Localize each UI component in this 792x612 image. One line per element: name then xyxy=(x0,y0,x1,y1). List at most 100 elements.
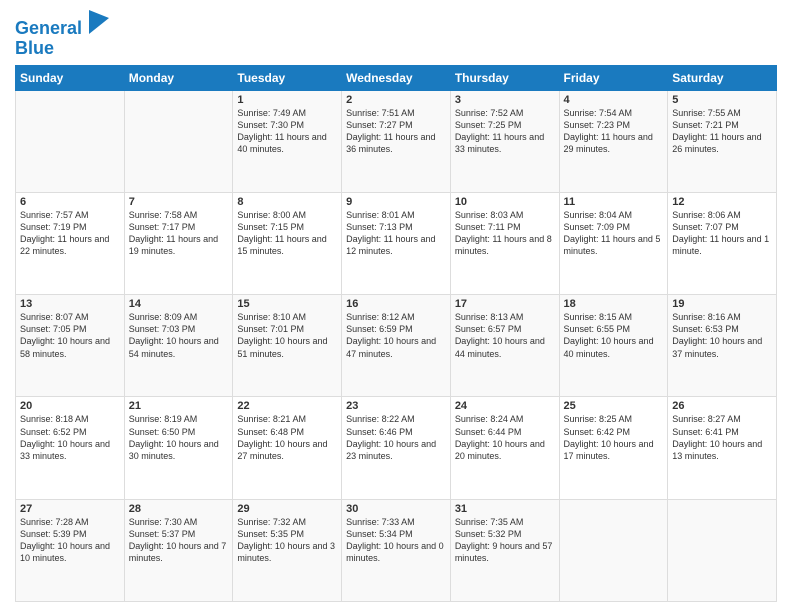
day-number: 30 xyxy=(346,503,446,515)
day-info: Sunrise: 8:19 AM Sunset: 6:50 PM Dayligh… xyxy=(129,413,229,462)
day-cell: 20Sunrise: 8:18 AM Sunset: 6:52 PM Dayli… xyxy=(16,397,125,499)
weekday-header-wednesday: Wednesday xyxy=(342,65,451,90)
day-info: Sunrise: 7:33 AM Sunset: 5:34 PM Dayligh… xyxy=(346,516,446,565)
day-info: Sunrise: 8:13 AM Sunset: 6:57 PM Dayligh… xyxy=(455,311,555,360)
day-cell: 11Sunrise: 8:04 AM Sunset: 7:09 PM Dayli… xyxy=(559,192,668,294)
day-cell: 18Sunrise: 8:15 AM Sunset: 6:55 PM Dayli… xyxy=(559,295,668,397)
day-number: 27 xyxy=(20,503,120,515)
week-row-3: 13Sunrise: 8:07 AM Sunset: 7:05 PM Dayli… xyxy=(16,295,777,397)
day-cell: 19Sunrise: 8:16 AM Sunset: 6:53 PM Dayli… xyxy=(668,295,777,397)
weekday-header-sunday: Sunday xyxy=(16,65,125,90)
day-number: 28 xyxy=(129,503,229,515)
day-cell: 24Sunrise: 8:24 AM Sunset: 6:44 PM Dayli… xyxy=(450,397,559,499)
day-number: 19 xyxy=(672,298,772,310)
week-row-4: 20Sunrise: 8:18 AM Sunset: 6:52 PM Dayli… xyxy=(16,397,777,499)
day-info: Sunrise: 7:28 AM Sunset: 5:39 PM Dayligh… xyxy=(20,516,120,565)
day-info: Sunrise: 7:58 AM Sunset: 7:17 PM Dayligh… xyxy=(129,209,229,258)
week-row-5: 27Sunrise: 7:28 AM Sunset: 5:39 PM Dayli… xyxy=(16,499,777,601)
day-info: Sunrise: 7:51 AM Sunset: 7:27 PM Dayligh… xyxy=(346,107,446,156)
day-number: 10 xyxy=(455,196,555,208)
day-number: 24 xyxy=(455,400,555,412)
page: General Blue SundayMondayTuesdayWednesda… xyxy=(0,0,792,612)
day-cell: 7Sunrise: 7:58 AM Sunset: 7:17 PM Daylig… xyxy=(124,192,233,294)
day-cell: 3Sunrise: 7:52 AM Sunset: 7:25 PM Daylig… xyxy=(450,90,559,192)
day-info: Sunrise: 7:32 AM Sunset: 5:35 PM Dayligh… xyxy=(237,516,337,565)
day-cell: 10Sunrise: 8:03 AM Sunset: 7:11 PM Dayli… xyxy=(450,192,559,294)
day-number: 9 xyxy=(346,196,446,208)
day-cell: 6Sunrise: 7:57 AM Sunset: 7:19 PM Daylig… xyxy=(16,192,125,294)
day-cell xyxy=(16,90,125,192)
day-info: Sunrise: 7:35 AM Sunset: 5:32 PM Dayligh… xyxy=(455,516,555,565)
day-number: 22 xyxy=(237,400,337,412)
day-number: 3 xyxy=(455,94,555,106)
day-info: Sunrise: 7:57 AM Sunset: 7:19 PM Dayligh… xyxy=(20,209,120,258)
logo-blue: Blue xyxy=(15,39,109,59)
day-cell xyxy=(124,90,233,192)
day-cell: 25Sunrise: 8:25 AM Sunset: 6:42 PM Dayli… xyxy=(559,397,668,499)
day-info: Sunrise: 8:22 AM Sunset: 6:46 PM Dayligh… xyxy=(346,413,446,462)
day-cell xyxy=(559,499,668,601)
day-info: Sunrise: 7:55 AM Sunset: 7:21 PM Dayligh… xyxy=(672,107,772,156)
day-cell: 22Sunrise: 8:21 AM Sunset: 6:48 PM Dayli… xyxy=(233,397,342,499)
day-info: Sunrise: 8:24 AM Sunset: 6:44 PM Dayligh… xyxy=(455,413,555,462)
logo-text: General xyxy=(15,10,109,39)
weekday-header-tuesday: Tuesday xyxy=(233,65,342,90)
day-cell: 29Sunrise: 7:32 AM Sunset: 5:35 PM Dayli… xyxy=(233,499,342,601)
day-info: Sunrise: 8:21 AM Sunset: 6:48 PM Dayligh… xyxy=(237,413,337,462)
day-info: Sunrise: 8:00 AM Sunset: 7:15 PM Dayligh… xyxy=(237,209,337,258)
day-cell: 1Sunrise: 7:49 AM Sunset: 7:30 PM Daylig… xyxy=(233,90,342,192)
day-number: 26 xyxy=(672,400,772,412)
day-cell: 27Sunrise: 7:28 AM Sunset: 5:39 PM Dayli… xyxy=(16,499,125,601)
day-info: Sunrise: 7:30 AM Sunset: 5:37 PM Dayligh… xyxy=(129,516,229,565)
logo-icon xyxy=(89,10,109,34)
day-cell: 9Sunrise: 8:01 AM Sunset: 7:13 PM Daylig… xyxy=(342,192,451,294)
weekday-header-monday: Monday xyxy=(124,65,233,90)
day-info: Sunrise: 8:06 AM Sunset: 7:07 PM Dayligh… xyxy=(672,209,772,258)
day-number: 12 xyxy=(672,196,772,208)
day-number: 18 xyxy=(564,298,664,310)
day-cell: 17Sunrise: 8:13 AM Sunset: 6:57 PM Dayli… xyxy=(450,295,559,397)
day-cell: 30Sunrise: 7:33 AM Sunset: 5:34 PM Dayli… xyxy=(342,499,451,601)
day-number: 5 xyxy=(672,94,772,106)
day-number: 17 xyxy=(455,298,555,310)
day-cell: 15Sunrise: 8:10 AM Sunset: 7:01 PM Dayli… xyxy=(233,295,342,397)
day-cell: 23Sunrise: 8:22 AM Sunset: 6:46 PM Dayli… xyxy=(342,397,451,499)
day-number: 15 xyxy=(237,298,337,310)
day-number: 13 xyxy=(20,298,120,310)
day-number: 14 xyxy=(129,298,229,310)
day-number: 2 xyxy=(346,94,446,106)
day-number: 1 xyxy=(237,94,337,106)
day-info: Sunrise: 8:03 AM Sunset: 7:11 PM Dayligh… xyxy=(455,209,555,258)
day-info: Sunrise: 7:52 AM Sunset: 7:25 PM Dayligh… xyxy=(455,107,555,156)
day-info: Sunrise: 8:16 AM Sunset: 6:53 PM Dayligh… xyxy=(672,311,772,360)
weekday-header-friday: Friday xyxy=(559,65,668,90)
day-cell xyxy=(668,499,777,601)
day-number: 4 xyxy=(564,94,664,106)
day-cell: 14Sunrise: 8:09 AM Sunset: 7:03 PM Dayli… xyxy=(124,295,233,397)
day-info: Sunrise: 8:10 AM Sunset: 7:01 PM Dayligh… xyxy=(237,311,337,360)
day-number: 31 xyxy=(455,503,555,515)
day-info: Sunrise: 8:12 AM Sunset: 6:59 PM Dayligh… xyxy=(346,311,446,360)
weekday-header-thursday: Thursday xyxy=(450,65,559,90)
logo-general: General xyxy=(15,18,82,38)
day-info: Sunrise: 8:18 AM Sunset: 6:52 PM Dayligh… xyxy=(20,413,120,462)
week-row-1: 1Sunrise: 7:49 AM Sunset: 7:30 PM Daylig… xyxy=(16,90,777,192)
day-number: 8 xyxy=(237,196,337,208)
calendar-table: SundayMondayTuesdayWednesdayThursdayFrid… xyxy=(15,65,777,602)
day-cell: 4Sunrise: 7:54 AM Sunset: 7:23 PM Daylig… xyxy=(559,90,668,192)
day-number: 23 xyxy=(346,400,446,412)
day-cell: 16Sunrise: 8:12 AM Sunset: 6:59 PM Dayli… xyxy=(342,295,451,397)
day-info: Sunrise: 8:04 AM Sunset: 7:09 PM Dayligh… xyxy=(564,209,664,258)
week-row-2: 6Sunrise: 7:57 AM Sunset: 7:19 PM Daylig… xyxy=(16,192,777,294)
day-number: 16 xyxy=(346,298,446,310)
day-cell: 2Sunrise: 7:51 AM Sunset: 7:27 PM Daylig… xyxy=(342,90,451,192)
day-info: Sunrise: 8:15 AM Sunset: 6:55 PM Dayligh… xyxy=(564,311,664,360)
day-cell: 31Sunrise: 7:35 AM Sunset: 5:32 PM Dayli… xyxy=(450,499,559,601)
day-cell: 5Sunrise: 7:55 AM Sunset: 7:21 PM Daylig… xyxy=(668,90,777,192)
day-info: Sunrise: 8:27 AM Sunset: 6:41 PM Dayligh… xyxy=(672,413,772,462)
day-number: 11 xyxy=(564,196,664,208)
day-number: 29 xyxy=(237,503,337,515)
day-number: 21 xyxy=(129,400,229,412)
day-number: 7 xyxy=(129,196,229,208)
day-cell: 13Sunrise: 8:07 AM Sunset: 7:05 PM Dayli… xyxy=(16,295,125,397)
